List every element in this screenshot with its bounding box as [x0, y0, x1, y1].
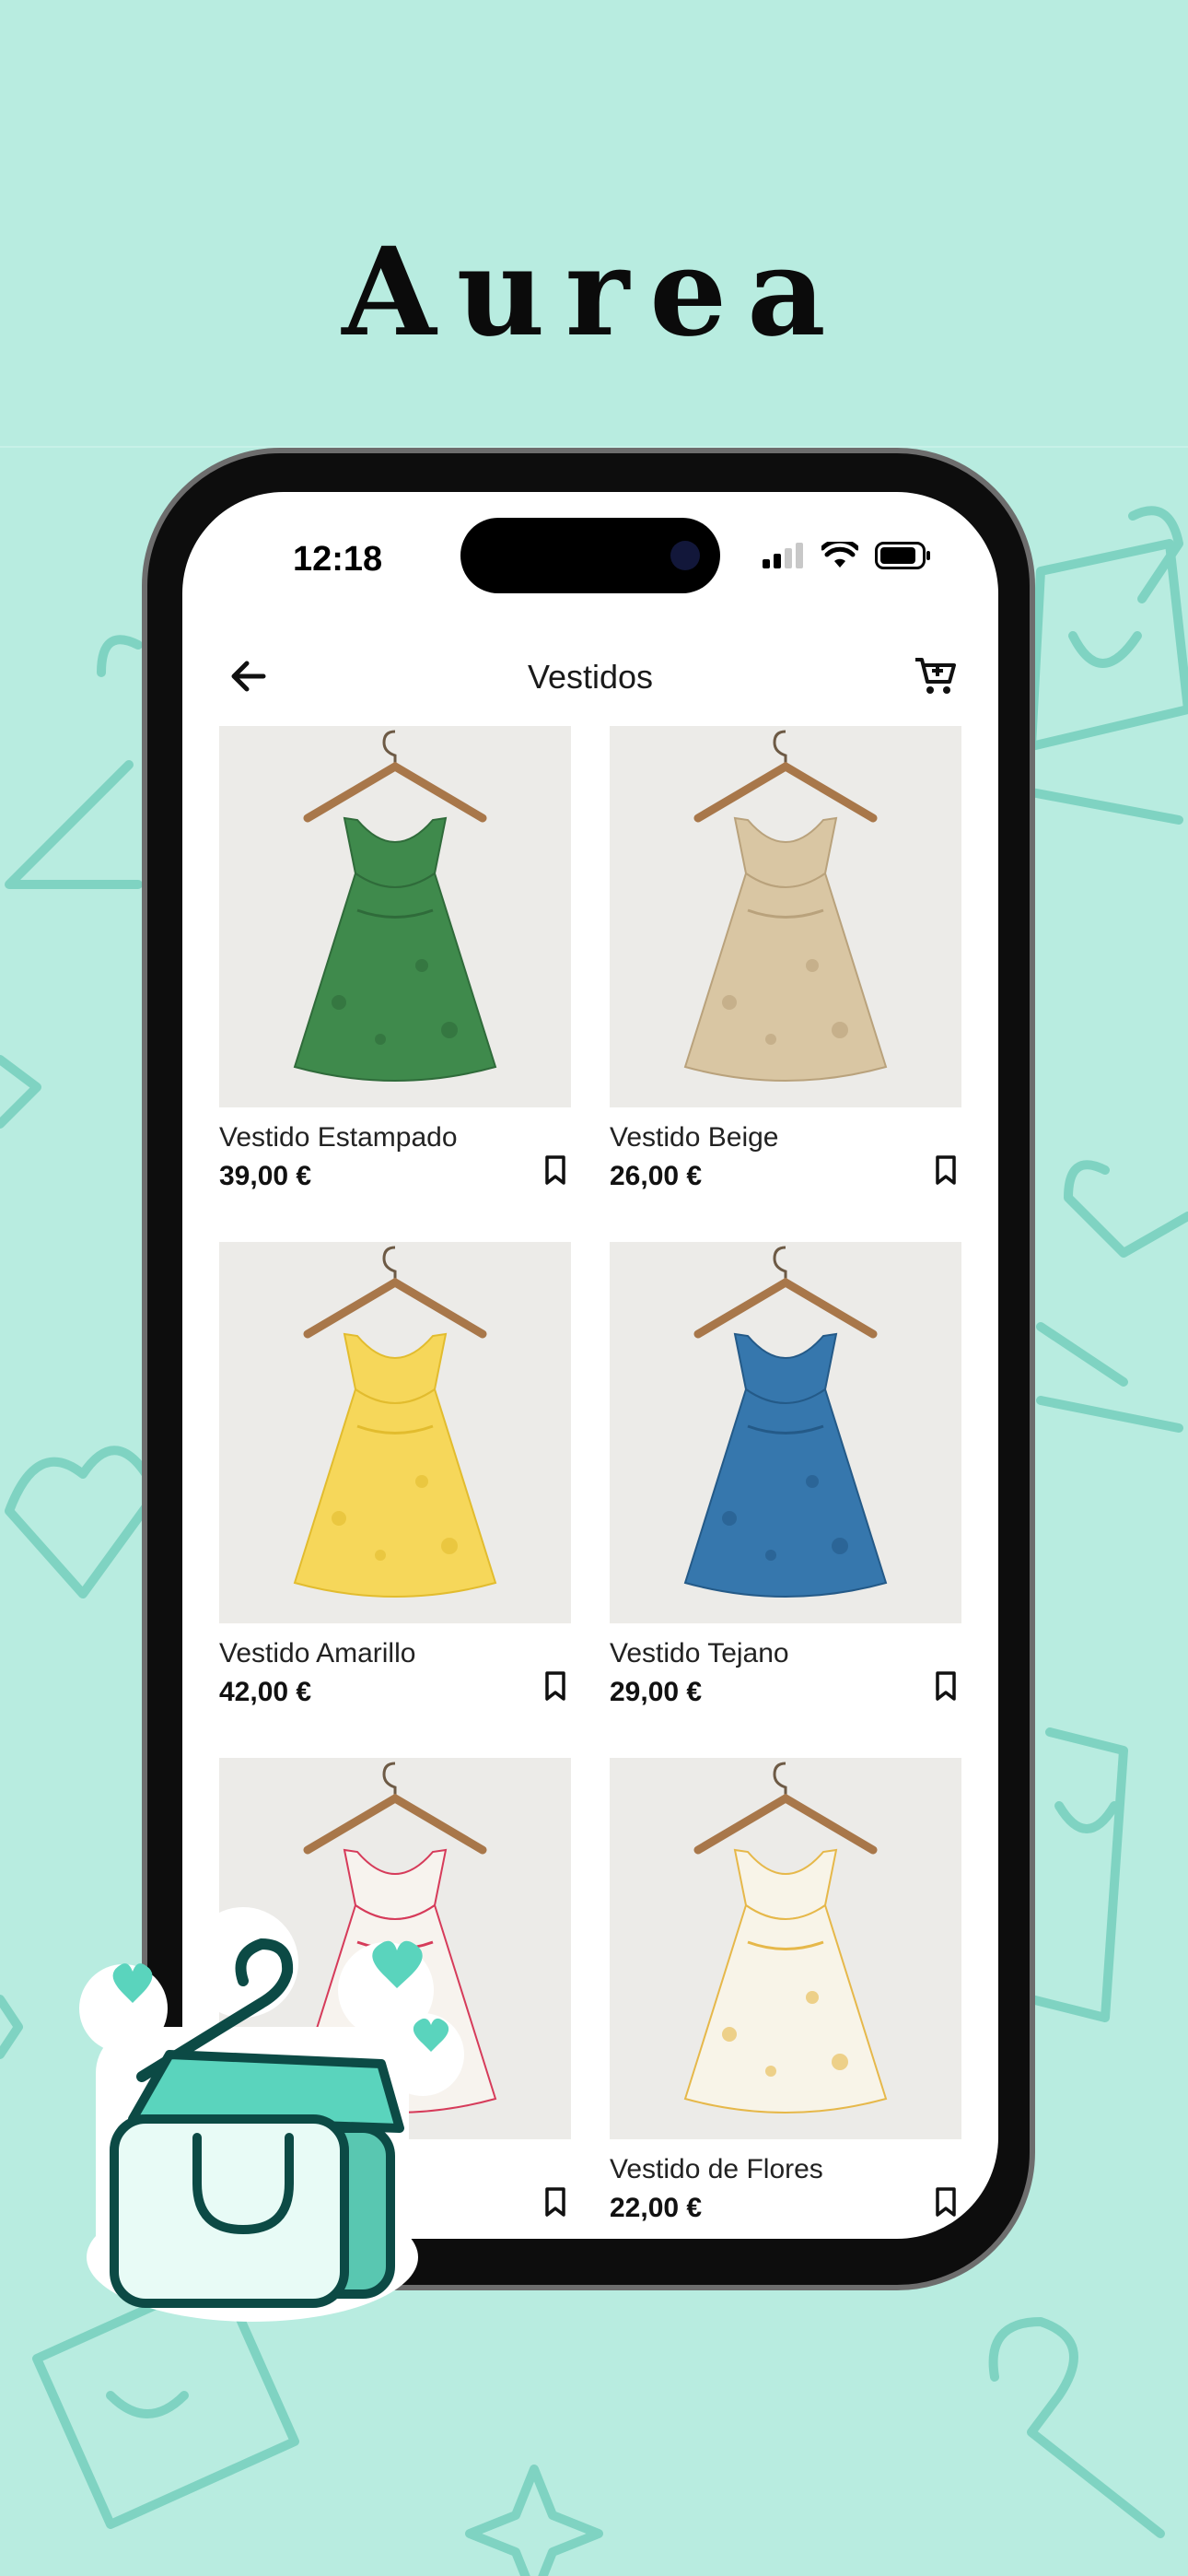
product-card[interactable]: Vestido Estampado 39,00 €: [219, 726, 571, 1191]
top-bar: Vestidos: [182, 621, 998, 732]
product-card[interactable]: Vestido de Flores 22,00 €: [610, 1758, 961, 2223]
product-price: 42,00 €: [219, 1677, 312, 1707]
brand-title: Aurea: [342, 221, 846, 364]
cart-icon[interactable]: [910, 650, 961, 702]
product-image[interactable]: [610, 1758, 961, 2139]
bookmark-icon[interactable]: [540, 2184, 571, 2220]
product-card[interactable]: Vestido Tejano 29,00 €: [610, 1242, 961, 1707]
bookmark-icon[interactable]: [930, 1152, 961, 1188]
bookmark-icon[interactable]: [930, 1668, 961, 1704]
bookmark-icon[interactable]: [930, 2184, 961, 2220]
product-card[interactable]: Vestido Amarillo 42,00 €: [219, 1242, 571, 1707]
bookmark-icon[interactable]: [540, 1152, 571, 1188]
product-price: 26,00 €: [610, 1161, 703, 1191]
status-icons: [763, 542, 932, 569]
product-image[interactable]: [610, 726, 961, 1107]
shopping-bag-icon: [79, 1907, 464, 2322]
status-time: 12:18: [293, 540, 383, 579]
product-price: 39,00 €: [219, 1161, 312, 1191]
product-name: Vestido Estampado: [219, 1122, 458, 1153]
bookmark-icon[interactable]: [540, 1668, 571, 1704]
camera-icon: [670, 541, 700, 570]
signal-icon: [763, 543, 803, 568]
product-image[interactable]: [219, 726, 571, 1107]
product-name: Vestido de Flores: [610, 2154, 823, 2184]
product-image[interactable]: [219, 1242, 571, 1623]
product-price: 29,00 €: [610, 1677, 703, 1707]
product-price: 22,00 €: [610, 2193, 703, 2223]
wifi-icon: [821, 542, 858, 568]
product-card[interactable]: Vestido Beige 26,00 €: [610, 726, 961, 1191]
dynamic-island: [460, 518, 720, 593]
product-name: Vestido Beige: [610, 1122, 779, 1153]
page-title: Vestidos: [527, 658, 654, 696]
product-image[interactable]: [610, 1242, 961, 1623]
battery-icon: [875, 542, 930, 569]
product-name: Vestido Tejano: [610, 1638, 789, 1669]
status-bar: 12:18: [182, 492, 998, 621]
product-name: Vestido Amarillo: [219, 1638, 416, 1669]
